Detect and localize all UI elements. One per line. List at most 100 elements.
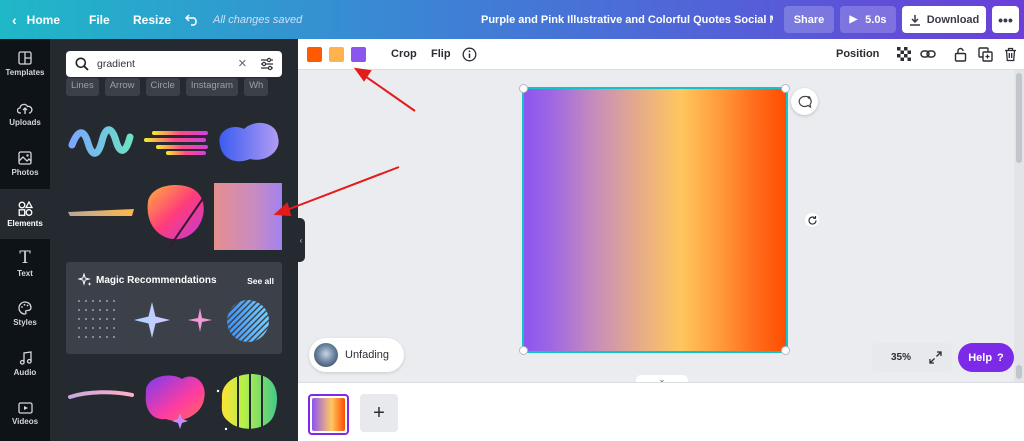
crop-button[interactable]: Crop [391,39,417,70]
duplicate-icon [977,46,993,62]
vertical-scrollbar[interactable] [1014,70,1024,382]
scrollbar-thumb-bottom[interactable] [1016,365,1022,379]
small-sparkle-element[interactable] [186,306,214,334]
sparkle-icon [78,273,92,286]
resize-handle-bottom-right[interactable] [781,346,790,355]
gradient-rainbow-shape-element[interactable] [214,369,282,435]
pages-strip [298,382,1024,441]
info-button[interactable] [461,46,477,62]
add-page-button[interactable]: + [360,394,398,432]
play-icon: ▶ [849,14,858,25]
side-nav: Templates Uploads Photos Elements T Text… [0,39,50,441]
gradient-abstract-shape-element[interactable] [138,181,210,251]
link-icon [920,50,936,58]
nav-audio[interactable]: Audio [0,339,50,389]
resize-handle-top-left[interactable] [519,84,528,93]
color-swatch-orange[interactable] [307,47,322,62]
audio-track-label: Unfading [345,349,390,361]
help-button[interactable]: Help ? [958,343,1014,372]
chevron-left-icon: ‹ [12,11,17,28]
music-note-icon [19,351,32,365]
chip-more[interactable]: Wh [244,78,269,96]
see-all-link[interactable]: See all [247,276,274,286]
filter-icon[interactable] [260,57,274,71]
color-swatch-light-orange[interactable] [329,47,344,62]
resize-handle-top-right[interactable] [781,84,790,93]
question-mark-icon: ? [997,351,1004,364]
color-swatch-purple[interactable] [351,47,366,62]
text-icon: T [19,247,31,268]
gradient-brush-stroke-element[interactable] [66,203,136,221]
chip-circle[interactable]: Circle [145,78,180,96]
chip-instagram[interactable]: Instagram [185,78,239,96]
help-label: Help [968,351,993,364]
gradient-blob-sparkle-element[interactable] [140,369,210,429]
nav-text[interactable]: T Text [0,239,50,289]
gradient-blob-element[interactable] [214,119,282,165]
nav-videos[interactable]: Videos [0,389,50,439]
nav-label: Elements [7,218,43,228]
search-box[interactable]: gradient × [66,51,282,77]
gradient-squiggle-element[interactable] [68,125,134,159]
video-icon [17,402,33,414]
nav-label: Audio [13,368,37,377]
page-thumbnail[interactable] [308,394,349,435]
gradient-square-on-canvas[interactable] [522,87,788,353]
nav-photos[interactable]: Photos [0,139,50,189]
flip-button[interactable]: Flip [431,39,451,70]
clear-search-icon[interactable]: × [238,55,247,72]
palette-icon [18,301,32,315]
add-comment-icon [798,95,812,108]
home-button[interactable]: ‹ Home [12,0,60,39]
more-button[interactable]: ••• [992,6,1019,33]
lock-button[interactable] [952,46,968,62]
position-button[interactable]: Position [836,39,879,70]
nav-elements[interactable]: Elements [0,189,50,239]
nav-label: Videos [11,417,39,426]
audio-cover-thumbnail [314,343,338,367]
zoom-control[interactable]: 35% [872,343,952,372]
play-button[interactable]: ▶ 5.0s [840,6,896,33]
comment-button[interactable] [791,88,818,115]
gradient-square-element[interactable] [214,183,282,250]
resize-menu[interactable]: Resize [133,0,171,39]
dot-grid-element[interactable] [76,298,118,344]
striped-circle-element[interactable] [226,299,270,343]
rotate-handle[interactable] [805,213,819,227]
share-button[interactable]: Share [784,6,834,33]
info-icon [462,47,476,61]
magic-title: Magic Recommendations [96,275,217,286]
nav-label: Uploads [9,117,41,127]
play-duration: 5.0s [865,13,887,26]
nav-label: Photos [11,168,39,177]
upload-cloud-icon [17,103,33,114]
search-icon [75,57,89,71]
nav-uploads[interactable]: Uploads [0,89,50,139]
search-input[interactable]: gradient [97,51,135,77]
duplicate-button[interactable] [977,46,993,62]
download-button[interactable]: Download [902,6,986,33]
nav-label: Templates [5,68,45,77]
chip-lines[interactable]: Lines [66,78,99,96]
transparency-button[interactable] [896,46,912,62]
nav-styles[interactable]: Styles [0,289,50,339]
chip-arrow[interactable]: Arrow [104,78,140,96]
resize-handle-bottom-left[interactable] [519,346,528,355]
sparkle-star-element[interactable] [132,300,172,340]
gradient-speed-lines-element[interactable] [142,129,210,157]
link-button[interactable] [920,46,936,62]
file-menu[interactable]: File [89,0,110,39]
nav-label: Text [17,268,33,278]
delete-button[interactable] [1002,46,1018,62]
download-icon [909,14,920,26]
save-status: All changes saved [213,13,303,26]
rotate-icon [807,215,817,225]
document-title[interactable]: Purple and Pink Illustrative and Colorfu… [481,0,773,39]
gradient-line-element[interactable] [68,387,134,403]
audio-track-chip[interactable]: Unfading [309,338,404,372]
nav-templates[interactable]: Templates [0,39,50,89]
trash-icon [1004,47,1016,61]
scrollbar-thumb[interactable] [1016,73,1022,163]
expand-icon[interactable] [929,351,942,364]
undo-button[interactable] [185,0,199,39]
